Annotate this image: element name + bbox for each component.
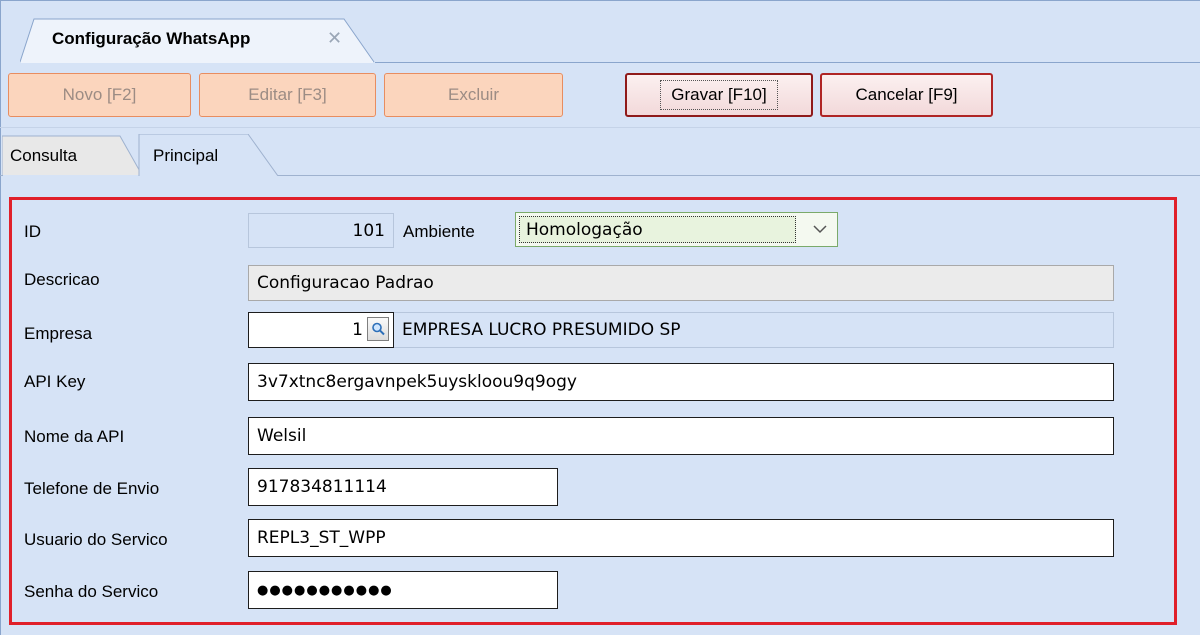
novo-button[interactable]: Novo [F2] — [8, 73, 191, 117]
cancelar-button[interactable]: Cancelar [F9] — [820, 73, 993, 117]
api-key-field[interactable]: 3v7xtnc8ergavnpek5uyskloou9q9ogy — [248, 363, 1114, 401]
document-tab[interactable]: Configuração WhatsApp ✕ — [20, 18, 375, 63]
close-icon[interactable]: ✕ — [327, 28, 342, 49]
senha-field[interactable]: ●●●●●●●●●●● — [248, 571, 558, 609]
document-tab-title: Configuração WhatsApp — [52, 29, 251, 48]
gravar-button[interactable]: Gravar [F10] — [625, 73, 813, 117]
tabs-baseline — [278, 175, 1200, 176]
document-tab-baseline — [375, 62, 1200, 63]
tab-principal-label: Principal — [153, 146, 219, 165]
tab-consulta-label: Consulta — [10, 146, 78, 165]
editar-button[interactable]: Editar [F3] — [199, 73, 376, 117]
empresa-label: Empresa — [24, 324, 93, 343]
descricao-value: Configuracao Padrao — [257, 273, 434, 293]
editar-button-label: Editar [F3] — [248, 85, 327, 104]
descricao-label: Descricao — [24, 270, 100, 289]
chevron-down-icon[interactable] — [813, 224, 827, 234]
usuario-value: REPL3_ST_WPP — [257, 528, 386, 548]
gravar-button-label: Gravar [F10] — [660, 80, 778, 110]
empresa-code-value: 1 — [352, 320, 363, 340]
window-top-border — [0, 0, 1200, 1]
excluir-button-label: Excluir — [447, 85, 499, 104]
empresa-lookup-button[interactable] — [367, 317, 389, 341]
nome-api-field[interactable]: Welsil — [248, 417, 1114, 455]
empresa-name-value: EMPRESA LUCRO PRESUMIDO SP — [402, 320, 681, 340]
empresa-name-field: EMPRESA LUCRO PRESUMIDO SP — [394, 312, 1114, 348]
usuario-field[interactable]: REPL3_ST_WPP — [248, 519, 1114, 557]
window-left-border — [0, 0, 1, 635]
senha-label: Senha do Servico — [24, 582, 159, 601]
id-label: ID — [24, 222, 41, 241]
telefone-field[interactable]: 917834811114 — [248, 468, 558, 506]
telefone-value: 917834811114 — [257, 477, 387, 497]
search-icon — [372, 322, 385, 336]
novo-button-label: Novo [F2] — [62, 85, 137, 104]
senha-value: ●●●●●●●●●●● — [257, 582, 393, 598]
configuration-form: ID 101 Ambiente Homologação Descricao Co… — [9, 197, 1177, 625]
toolbar-separator — [0, 127, 1200, 128]
api-key-value: 3v7xtnc8ergavnpek5uyskloou9q9ogy — [257, 372, 577, 392]
excluir-button[interactable]: Excluir — [384, 73, 563, 117]
descricao-field[interactable]: Configuracao Padrao — [248, 265, 1114, 301]
api-key-label: API Key — [24, 372, 86, 391]
cancelar-button-label: Cancelar [F9] — [855, 85, 958, 104]
id-value: 101 — [352, 220, 385, 241]
ambiente-label: Ambiente — [403, 222, 475, 241]
telefone-label: Telefone de Envio — [24, 479, 160, 498]
tabs-baseline-left — [0, 175, 3, 176]
nome-api-value: Welsil — [257, 426, 307, 446]
usuario-label: Usuario do Servico — [24, 530, 168, 549]
tab-principal[interactable]: Principal — [138, 134, 283, 176]
ambiente-select[interactable]: Homologação — [515, 212, 838, 247]
ambiente-selected-value: Homologação — [519, 216, 796, 243]
id-field: 101 — [248, 213, 394, 248]
nome-api-label: Nome da API — [24, 427, 125, 446]
tab-consulta[interactable]: Consulta — [2, 134, 147, 176]
